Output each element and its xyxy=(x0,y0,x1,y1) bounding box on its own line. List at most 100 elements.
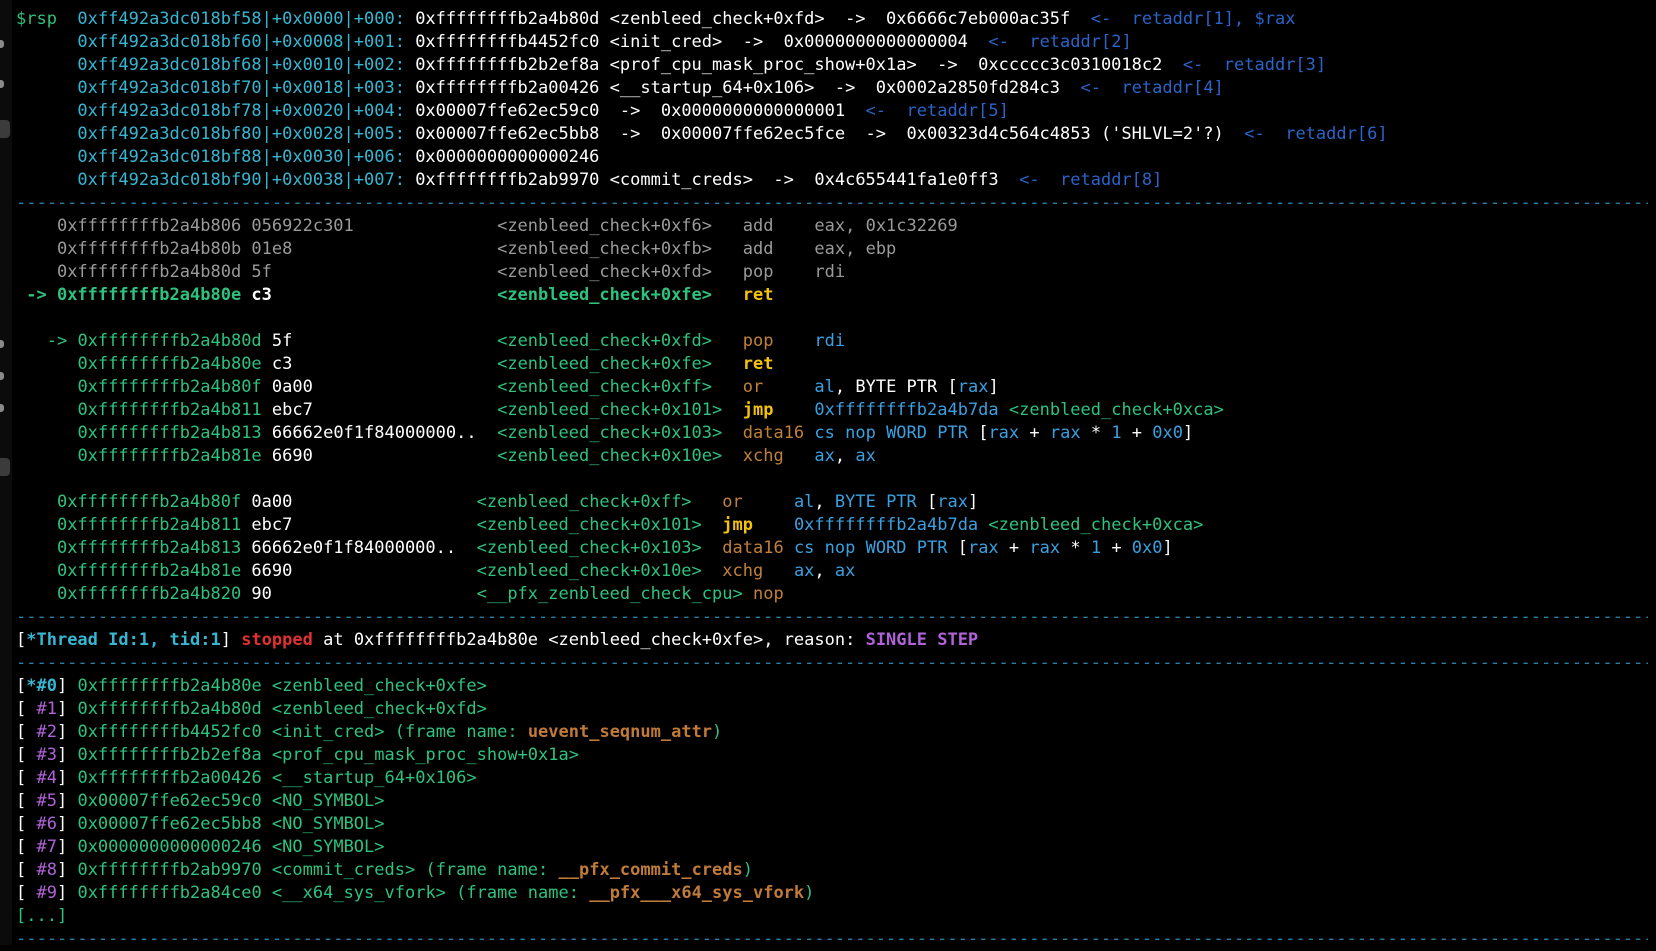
text-segment xyxy=(16,561,57,581)
frame-index: #1 xyxy=(26,699,57,719)
text-segment xyxy=(804,423,814,443)
code-symbol: <zenbleed_check+0xff> xyxy=(476,492,692,512)
code-line-nested: 0xffffffffb2a4b80e c3 <zenbleed_check+0x… xyxy=(16,353,1648,376)
text-segment: [ xyxy=(16,699,27,719)
text-segment: rax xyxy=(1029,538,1061,558)
frame-symbol: <__x64_sys_vfork> xyxy=(261,883,446,903)
operand-register: rax xyxy=(988,423,1020,443)
text-segment: ] xyxy=(56,722,78,742)
operand-register: rax xyxy=(1049,423,1081,443)
code-symbol: <zenbleed_check+0x101> xyxy=(497,400,723,420)
code-symbol: <zenbleed_check+0xff> xyxy=(497,377,713,397)
code-symbol: <zenbleed_check+0x10e> xyxy=(476,561,702,581)
frame-address: 0xffffffffb2b2ef8a xyxy=(77,745,262,765)
code-mnemonic: or xyxy=(742,377,764,397)
stack-deref: 0xccccc3c0310018c2 xyxy=(978,55,1163,75)
launcher-sidebar xyxy=(0,0,12,945)
stack-value: 0xffffffffb2a4b80d xyxy=(415,9,600,29)
stack-deref: 0x0000000000000001 xyxy=(660,101,846,121)
text-segment xyxy=(477,446,497,466)
stack-prefix xyxy=(16,147,77,167)
code-line-nested: -> 0xffffffffb2a4b80d 5f <zenbleed_check… xyxy=(16,330,1648,353)
frame-name-label: (frame name: xyxy=(415,860,559,880)
text-segment xyxy=(702,561,722,581)
stack-row: 0xff492a3dc018bf90|+0x0038|+007: 0xfffff… xyxy=(16,169,1648,192)
text-segment xyxy=(456,492,476,512)
deref-arrow: -> xyxy=(916,55,979,75)
frame-symbol: <NO_SYMBOL> xyxy=(261,814,385,834)
text-segment xyxy=(722,400,742,420)
stack-symbol: <__startup_64+0x106> xyxy=(599,78,815,98)
code-line-next: 0xffffffffb2a4b813 66662e0f1f84000000.. … xyxy=(16,537,1648,560)
code-line-prev: 0xffffffffb2a4b806 056922c301 <zenbleed_… xyxy=(16,215,1648,238)
code-line-prev: 0xffffffffb2a4b80b 01e8 <zenbleed_check+… xyxy=(16,238,1648,261)
code-bytes: 0a00 xyxy=(261,377,477,397)
stack-prefix xyxy=(16,170,77,190)
operand: * xyxy=(1080,423,1112,443)
current-arrow: -> xyxy=(16,285,57,305)
code-address: 0xffffffffb2a4b80d xyxy=(56,262,242,282)
stack-row: 0xff492a3dc018bf68|+0x0010|+002: 0xfffff… xyxy=(16,54,1648,77)
text-segment: [ xyxy=(16,768,27,788)
frame-name-close: ) xyxy=(712,722,723,742)
frame-index: #3 xyxy=(26,745,57,765)
text-segment: + xyxy=(998,538,1030,558)
code-bytes: 6690 xyxy=(261,446,477,466)
jump-target-symbol: <zenbleed_check+0xca> xyxy=(978,515,1204,535)
text-segment xyxy=(16,492,57,512)
stack-value: 0xffffffffb4452fc0 xyxy=(415,32,600,52)
stack-row: 0xff492a3dc018bf70|+0x0018|+003: 0xfffff… xyxy=(16,77,1648,100)
retaddr-tag: retaddr[1], $rax xyxy=(1131,9,1296,29)
code-address: 0xffffffffb2a4b806 xyxy=(56,216,242,236)
tag-arrow: <- xyxy=(1070,9,1132,29)
frame-index: #9 xyxy=(26,883,57,903)
text-segment: , xyxy=(814,492,835,512)
code-mnemonic: xchg xyxy=(742,446,784,466)
jump-target-symbol: <zenbleed_check+0xca> xyxy=(998,400,1224,420)
code-address: 0xffffffffb2a4b80e xyxy=(56,285,242,305)
trace-frame: [ #6] 0x00007ffe62ec5bb8 <NO_SYMBOL> xyxy=(16,813,1648,836)
code-symbol: <zenbleed_check+0xfd> xyxy=(497,331,713,351)
text-segment xyxy=(722,423,742,443)
frame-index: #2 xyxy=(26,722,57,742)
stack-row: $rsp 0xff492a3dc018bf58|+0x0000|+000: 0x… xyxy=(16,8,1648,31)
trace-more: [...] xyxy=(16,906,68,926)
stack-deref: 0x00007ffe62ec5fce xyxy=(660,124,846,144)
retaddr-tag: retaddr[3] xyxy=(1223,55,1327,75)
text-segment xyxy=(16,262,57,282)
thread-addr: 0xffffffffb2a4b80e xyxy=(353,630,539,650)
separator: ----------------------------------------… xyxy=(16,607,1648,627)
code-address: 0xffffffffb2a4b80f xyxy=(56,492,242,512)
code-address: 0xffffffffb2a4b811 xyxy=(77,400,262,420)
operand: , BYTE PTR [ xyxy=(834,377,958,397)
text-segment xyxy=(477,354,497,374)
frame-address: 0xffffffffb2ab9970 xyxy=(77,860,262,880)
text-segment: [ xyxy=(947,538,968,558)
code-bytes: 0a00 xyxy=(241,492,457,512)
trace-frame: [ #4] 0xffffffffb2a00426 <__startup_64+0… xyxy=(16,767,1648,790)
frame-name-label: (frame name: xyxy=(445,883,590,903)
stack-address: 0xff492a3dc018bf68 xyxy=(77,55,262,75)
text-segment: + xyxy=(1101,538,1132,558)
terminal-output: $rsp 0xff492a3dc018bf58|+0x0000|+000: 0x… xyxy=(16,8,1648,951)
stack-symbol: <init_cred> xyxy=(599,32,723,52)
frame-symbol: <__startup_64+0x106> xyxy=(261,768,477,788)
text-segment xyxy=(16,446,47,466)
text-segment: ] xyxy=(56,814,78,834)
stack-address: 0xff492a3dc018bf70 xyxy=(77,78,262,98)
code-mnemonic: or xyxy=(722,492,743,512)
retaddr-tag: retaddr[5] xyxy=(906,101,1009,121)
text-segment: ax xyxy=(834,561,856,581)
code-bytes: ebc7 xyxy=(261,400,477,420)
text-segment: ] xyxy=(56,745,78,765)
text-segment xyxy=(773,400,814,420)
stack-symbol: <prof_cpu_mask_proc_show+0x1a> xyxy=(599,55,917,75)
code-bytes: 056922c301 xyxy=(241,216,457,236)
operand-register: rax xyxy=(957,377,989,397)
frame-index: #4 xyxy=(26,768,57,788)
stack-deref: 0x00323d4c564c4853 ('SHLVL=2'?) xyxy=(906,124,1224,144)
stack-value: 0x0000000000000246 xyxy=(415,147,600,167)
frame-function-name: __pfx___x64_sys_vfork xyxy=(589,883,805,903)
stack-offset: |+0x0018|+003: xyxy=(261,78,416,98)
code-line-next: 0xffffffffb2a4b820 90 <__pfx_zenbleed_ch… xyxy=(16,583,1648,606)
